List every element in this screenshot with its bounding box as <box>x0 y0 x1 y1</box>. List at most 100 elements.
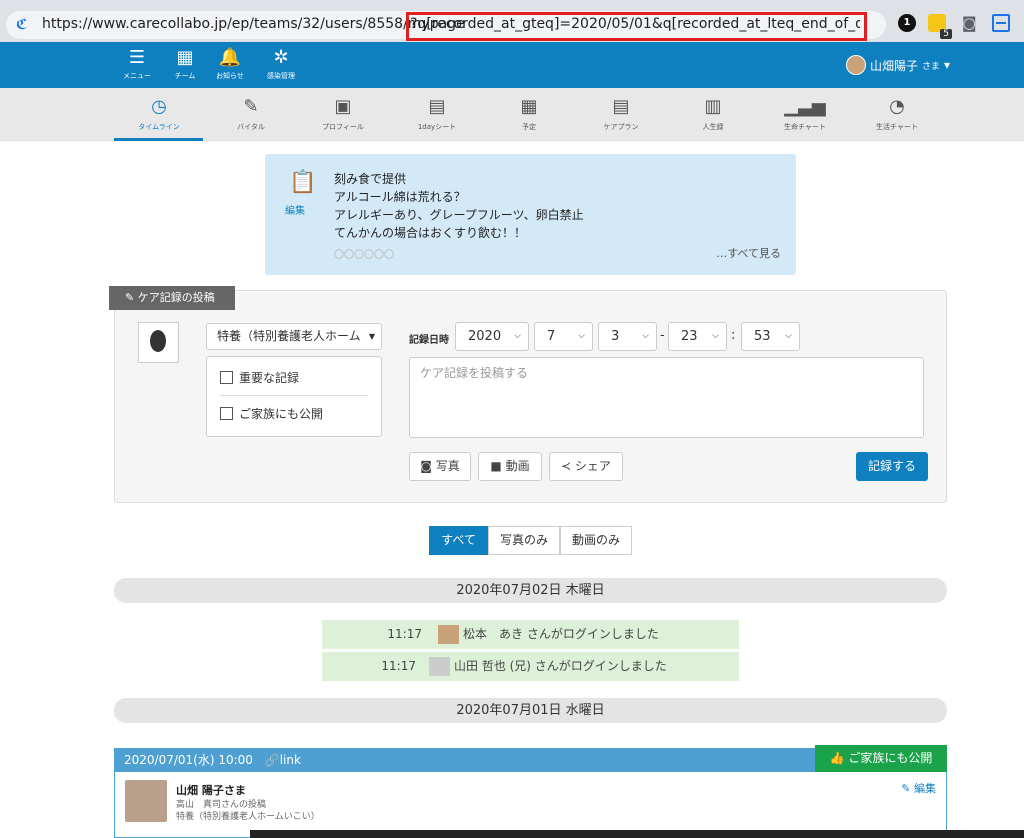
notice-faded-line: 〇〇〇〇〇〇 <box>334 250 394 261</box>
important-checkbox[interactable]: 重要な記録 <box>220 369 299 386</box>
login-event: 11:17 松本 あき さんがログインしました <box>322 620 739 649</box>
filter-photos-only[interactable]: 写真のみ <box>488 526 560 555</box>
chevron-down-icon: ▾ <box>943 58 950 72</box>
nav-team[interactable]: ▦ チーム <box>166 48 204 81</box>
bell-icon: 🔔 <box>218 47 242 68</box>
select-value: 2020 <box>468 329 502 344</box>
select-value: 53 <box>754 329 771 344</box>
avatar <box>438 625 459 644</box>
clock-icon: ◷ <box>151 96 167 117</box>
window-icon[interactable] <box>992 14 1010 32</box>
tab-label: 予定 <box>522 123 536 131</box>
hour-select[interactable]: 23 ⌵ <box>668 322 727 351</box>
record-datetime-label: 記録日時 <box>409 335 449 346</box>
video-button[interactable]: ■ 動画 <box>478 452 542 481</box>
nav-label: メニュー <box>123 72 151 80</box>
tab-timeline[interactable]: ◷ タイムライン <box>114 96 204 132</box>
family-public-badge: 👍 ご家族にも公開 <box>815 745 947 772</box>
share-icon: ≺ <box>561 459 575 473</box>
day-select[interactable]: 3 ⌵ <box>598 322 657 351</box>
tab-bar: ◷ タイムライン ✎ バイタル ▣ プロフィール ▤ 1dayシート ▦ 予定 ▤ ケアプラ… <box>0 88 1024 141</box>
edit-icon: ✎ <box>901 782 914 795</box>
extension-badge: 5 <box>940 29 952 39</box>
record-datetime: 2020/07/01(水) 10:00 <box>124 753 253 767</box>
tab-label: タイムライン <box>138 123 180 131</box>
thermometer-icon: ✎ <box>243 96 259 117</box>
tab-label: ケア記録の投稿 <box>137 291 215 304</box>
filter-all[interactable]: すべて <box>429 526 488 555</box>
care-record-textarea[interactable]: ケア記録を投稿する <box>409 357 924 438</box>
notice-line: アルコール綿は荒れる？ <box>334 190 466 204</box>
record-link[interactable]: link <box>280 753 301 767</box>
see-all-link[interactable]: …すべて見る <box>716 245 781 261</box>
date-separator: - <box>660 328 665 343</box>
timeline-date-header: 2020年07月02日 木曜日 <box>114 578 947 603</box>
button-label: 動画 <box>505 459 530 473</box>
badge-label: ご家族にも公開 <box>848 751 933 765</box>
checkbox-label: ご家族にも公開 <box>239 407 324 421</box>
select-value: 3 <box>611 329 620 344</box>
checkbox-icon <box>220 407 233 420</box>
chevron-down-icon: ⌵ <box>578 331 585 341</box>
record-edit-link[interactable]: ✎ 編集 <box>901 780 936 796</box>
filter-videos-only[interactable]: 動画のみ <box>560 526 632 555</box>
grid-icon: ▦ <box>176 47 194 68</box>
hamburger-icon: ☰ <box>128 47 146 68</box>
tab-care-plan[interactable]: ▤ ケアプラン <box>576 96 666 132</box>
tab-label: プロフィール <box>322 123 364 131</box>
media-filter-group: すべて 写真のみ 動画のみ <box>429 526 632 555</box>
link-icon: 🔗 <box>264 753 280 767</box>
year-select[interactable]: 2020 ⌵ <box>455 322 529 351</box>
tab-life-record[interactable]: ▥ 人生録 <box>668 96 758 132</box>
event-message: 山田 哲也 (兄) さんがログインしました <box>454 659 667 673</box>
camera-icon: ◙ <box>420 459 436 473</box>
nav-menu[interactable]: ☰ メニュー <box>118 48 156 81</box>
camera-icon[interactable]: ◙ <box>962 14 980 32</box>
active-tab-indicator <box>114 138 203 141</box>
submit-record-button[interactable]: 記録する <box>856 452 928 481</box>
notice-line: てんかんの場合はおくすり飲む！！ <box>334 226 527 240</box>
gears-icon: ✲ <box>273 47 289 68</box>
user-name: 山畑陽子 <box>869 58 918 73</box>
tab-label: 人生録 <box>702 123 724 131</box>
chevron-down-icon: ⌵ <box>785 331 792 341</box>
tab-life-chart[interactable]: ◔ 生活チャート <box>852 96 942 132</box>
facility-select[interactable]: 特養（特別養護老人ホーム ▼ <box>206 323 382 350</box>
divider <box>220 395 368 396</box>
record-body: 山畑 陽子さま 高山 真司さんの投稿 特養（特別養護老人ホームいこい） ✎ 編集 <box>114 772 947 838</box>
bar-chart-icon: ▁▃▅ <box>784 96 826 117</box>
facility-value: 特養（特別養護老人ホーム <box>217 329 361 343</box>
notice-line: 刻み食で提供 <box>334 172 407 186</box>
clipboard-alert-icon: 📋 <box>289 170 317 195</box>
pie-chart-icon: ◔ <box>889 96 905 117</box>
avatar <box>429 657 450 676</box>
chevron-down-icon: ⌵ <box>514 331 521 341</box>
extension-icon[interactable]: 5 <box>928 14 952 39</box>
tab-1day-sheet[interactable]: ▤ 1dayシート <box>392 96 482 132</box>
extension-icon[interactable]: 1 <box>898 14 916 32</box>
nav-label: お知らせ <box>216 72 244 80</box>
tab-vital[interactable]: ✎ バイタル <box>206 96 296 132</box>
nav-label: 感染管理 <box>267 72 295 80</box>
tab-vital-chart[interactable]: ▁▃▅ 生命チャート <box>760 96 850 132</box>
login-event: 11:17 山田 哲也 (兄) さんがログインしました <box>322 652 739 681</box>
site-icon: ℭ <box>16 17 28 33</box>
nav-infection-control[interactable]: ✲ 感染管理 <box>261 48 301 81</box>
checkbox-label: 重要な記録 <box>239 371 300 385</box>
user-menu[interactable]: 山畑陽子 さま ▾ <box>845 55 950 75</box>
photo-button[interactable]: ◙ 写真 <box>409 452 471 481</box>
nav-notifications[interactable]: 🔔 お知らせ <box>211 48 249 81</box>
minute-select[interactable]: 53 ⌵ <box>741 322 800 351</box>
event-time: 11:17 <box>381 659 416 673</box>
notice-edit-link[interactable]: 編集 <box>285 202 305 217</box>
tab-label: ケアプラン <box>603 123 639 131</box>
family-public-checkbox[interactable]: ご家族にも公開 <box>220 405 323 422</box>
edit-icon: ✎ <box>125 291 138 304</box>
tab-profile[interactable]: ▣ プロフィール <box>298 96 388 132</box>
profile-card-icon: ▣ <box>334 96 352 117</box>
select-value: 7 <box>547 329 556 344</box>
user-suffix: さま <box>921 61 940 72</box>
share-button[interactable]: ≺ シェア <box>549 452 623 481</box>
tab-schedule[interactable]: ▦ 予定 <box>484 96 574 132</box>
month-select[interactable]: 7 ⌵ <box>534 322 593 351</box>
